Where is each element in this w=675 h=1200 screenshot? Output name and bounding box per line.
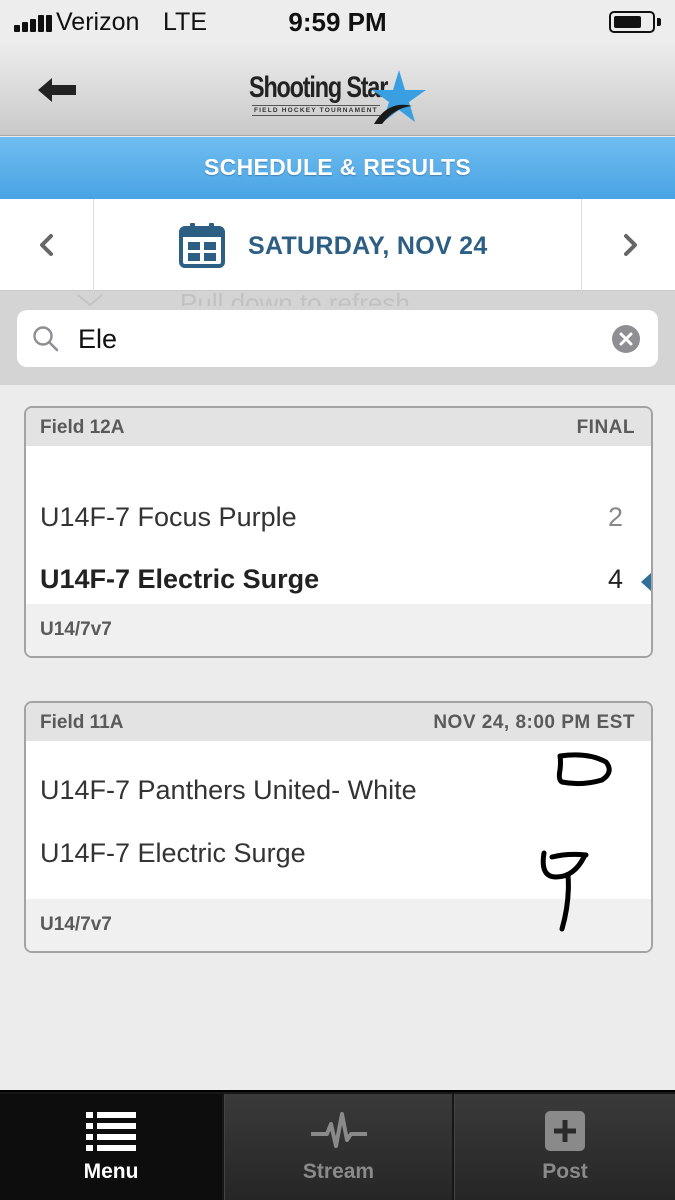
team-name: U14F-7 Electric Surge	[40, 564, 320, 594]
chevron-left-icon	[40, 234, 53, 256]
search-area: Pull down to refresh	[0, 288, 675, 385]
date-navigator: SATURDAY, NOV 24	[0, 199, 675, 291]
app-logo: Shooting Star FIELD HOCKEY TOURNAMENT	[246, 66, 431, 130]
pull-to-refresh-hint: Pull down to refresh	[180, 288, 410, 306]
tab-menu[interactable]: Menu	[0, 1094, 222, 1200]
battery-level	[614, 16, 641, 28]
section-bar: SCHEDULE & RESULTS	[0, 137, 675, 199]
field-label: Field 11A	[40, 712, 124, 733]
tab-label: Stream	[302, 1160, 375, 1183]
game-card-footer: U14/7v7	[26, 604, 651, 656]
team-score: 4	[607, 564, 623, 594]
previous-day-button[interactable]	[0, 199, 94, 291]
date-picker-button[interactable]: SATURDAY, NOV 24	[94, 199, 581, 291]
game-status: NOV 24, 8:00 PM EST	[433, 712, 635, 733]
tab-label: Post	[542, 1160, 588, 1183]
refresh-arrow-icon	[77, 294, 103, 307]
section-title: SCHEDULE & RESULTS	[204, 154, 471, 180]
logo-text: Shooting Star	[249, 71, 388, 104]
status-bar: Verizon LTE 9:59 PM	[0, 0, 675, 44]
tab-stream[interactable]: Stream	[224, 1094, 452, 1200]
battery-tip	[657, 18, 661, 26]
app-header: Shooting Star FIELD HOCKEY TOURNAMENT	[0, 44, 675, 136]
current-date-label: SATURDAY, NOV 24	[248, 232, 488, 260]
game-card-header: Field 12A FINAL	[26, 408, 651, 446]
tab-post[interactable]: Post	[454, 1094, 675, 1200]
logo-subtitle: FIELD HOCKEY TOURNAMENT	[252, 105, 380, 116]
division-label: U14/7v7	[40, 619, 112, 640]
search-icon	[33, 326, 59, 352]
chevron-right-icon	[624, 234, 637, 256]
handwritten-zero-mark	[556, 752, 612, 787]
back-button[interactable]	[34, 72, 80, 108]
team-row[interactable]: U14F-7 Focus Purple 2	[26, 488, 651, 548]
team-name: U14F-7 Focus Purple	[40, 502, 297, 532]
handwritten-nine-mark	[540, 850, 589, 932]
arrow-left-icon	[38, 78, 76, 102]
clear-icon	[619, 332, 633, 346]
pulse-icon	[310, 1112, 367, 1148]
star-logo-icon	[372, 70, 426, 124]
clear-search-button[interactable]	[612, 325, 640, 353]
field-label: Field 12A	[40, 417, 125, 438]
division-label: U14/7v7	[40, 914, 112, 935]
menu-list-icon	[86, 1112, 136, 1151]
tab-label: Menu	[83, 1160, 139, 1183]
games-list: Field 12A FINAL U14F-7 Focus Purple 2 U1…	[0, 385, 675, 975]
team-score: 2	[607, 502, 623, 532]
game-card[interactable]: Field 12A FINAL U14F-7 Focus Purple 2 U1…	[24, 406, 653, 658]
plus-icon	[545, 1111, 585, 1151]
game-card-header: Field 11A NOV 24, 8:00 PM EST	[26, 703, 651, 741]
team-row[interactable]: U14F-7 Electric Surge 4	[26, 550, 651, 610]
status-time: 9:59 PM	[288, 7, 387, 37]
team-name: U14F-7 Panthers United- White	[40, 775, 417, 805]
search-box[interactable]	[17, 310, 658, 367]
game-status: FINAL	[576, 417, 635, 438]
next-day-button[interactable]	[581, 199, 675, 291]
calendar-icon	[179, 223, 225, 268]
bottom-tab-bar: Menu Stream Post	[0, 1090, 675, 1200]
winner-marker-icon	[641, 573, 651, 591]
team-name: U14F-7 Electric Surge	[40, 838, 306, 868]
search-input[interactable]	[78, 322, 578, 356]
battery-icon	[609, 11, 655, 33]
